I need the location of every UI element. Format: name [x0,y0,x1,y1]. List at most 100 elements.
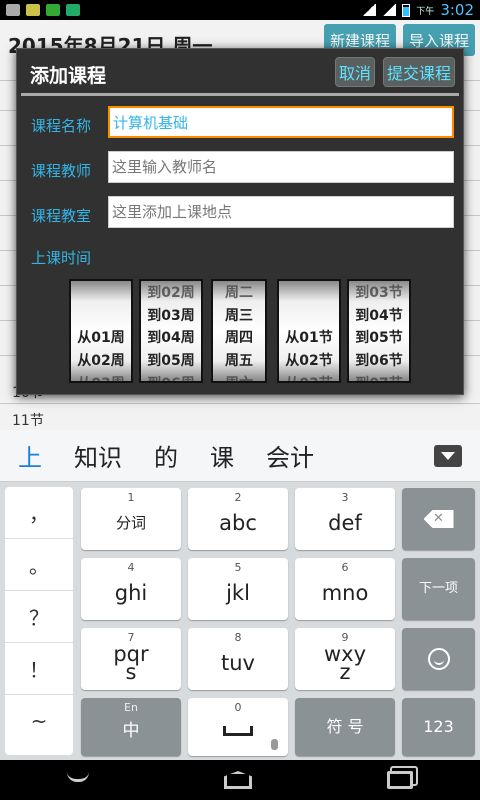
wheel-item: 到05节 [355,330,403,347]
wheel-item: 从03节 [279,371,339,381]
space-icon [223,726,253,736]
key-label: abc [219,511,257,535]
wheel-item [279,304,339,327]
numeric-key[interactable]: 123 [402,698,475,756]
key-label: jkl [226,581,250,605]
wheel-item: 到06节 [355,353,403,370]
wheel-item: 从02节 [285,353,333,370]
wheel-item [279,281,339,304]
punct-key[interactable]: ？ [5,591,73,643]
key-area: ， 。 ？ ！ ~ 1 分词 2 abc 3 def ✕ 4 ghi 5 jkl… [0,482,480,760]
key-label: tuv [221,651,255,675]
start-week-picker[interactable]: 从01周 从02周 从03周 [69,279,133,383]
candidate-word[interactable]: 知识 [58,438,138,473]
key-label: 下一项 [418,581,458,596]
key-7[interactable]: 7 pqr s [81,628,181,690]
course-teacher-input[interactable] [108,151,454,183]
smiley-icon [427,648,450,670]
key-6[interactable]: 6 mno [295,558,395,620]
end-week-picker[interactable]: 到02周 到03周 到04周 到05周 到06周 [139,279,203,383]
navigation-bar [0,760,480,800]
weekday-picker[interactable]: 周二 周三 周四 周五 周六 [211,279,267,383]
wheel-item [71,304,131,327]
ime-keyboard: 上 知识 的 课 会计 ， 。 ？ ！ ~ 1 分词 2 abc 3 def ✕ [0,430,480,760]
punct-key[interactable]: ~ [5,695,73,747]
wheel-item: 周五 [225,353,253,370]
key-2[interactable]: 2 abc [188,488,288,550]
schedule-divider [0,403,480,404]
end-section-picker[interactable]: 到03节 到04节 到05节 到06节 到07节 [347,279,411,383]
usb-icon [6,4,20,16]
recent-apps-icon[interactable] [386,771,413,789]
key-8[interactable]: 8 tuv [188,628,288,690]
course-room-input[interactable] [108,196,454,228]
wheel-item: 到03周 [147,307,195,324]
course-name-label: 课程名称 [31,117,92,135]
battery-icon [402,3,411,17]
class-time-label: 上课时间 [31,249,92,267]
wheel-item: 从03周 [71,371,131,381]
wifi-icon [362,4,377,16]
wheel-item: 从02周 [77,353,125,370]
wheel-item: 周六 [213,371,265,381]
backspace-icon: ✕ [423,510,454,528]
key-5[interactable]: 5 jkl [188,558,288,620]
cancel-button[interactable]: 取消 [335,57,375,87]
emoji-key[interactable] [402,628,475,690]
notification-icons [6,4,80,16]
key-label: 符 号 [326,717,364,736]
key-3[interactable]: 3 def [295,488,395,550]
download-icon [46,4,60,16]
key-label: wxy z [323,642,367,684]
punct-key[interactable]: ， [5,487,73,539]
start-section-picker[interactable]: 从01节 从02节 从03节 [277,279,341,383]
wheel-item: 周三 [225,307,253,324]
space-key[interactable]: 0 [188,698,288,756]
language-switch-key[interactable]: En 中 [81,698,181,756]
signal-icon [382,4,397,16]
key-label: pqr s [113,642,149,684]
clock: 3:02 [440,1,474,19]
wheel-item: 周二 [225,285,253,302]
wheel-item: 到03节 [355,285,403,302]
key-4[interactable]: 4 ghi [81,558,181,620]
wheel-item: 到04节 [355,307,403,324]
submit-course-button[interactable]: 提交课程 [383,57,455,87]
wheel-item: 周四 [225,330,253,347]
home-icon[interactable] [223,771,252,789]
candidate-word[interactable]: 课 [194,438,250,473]
key-label: 分词 [115,514,146,532]
key-1[interactable]: 1 分词 [81,488,181,550]
wheel-item: 到06周 [141,371,201,381]
course-teacher-label: 课程教师 [31,162,92,180]
row-label: 11节 [12,413,44,429]
key-label: ghi [114,581,148,605]
game-icon [66,4,80,16]
delete-key[interactable]: ✕ [402,488,475,550]
wheel-item: 从01节 [285,330,333,347]
wheel-item [71,281,131,304]
symbol-key[interactable]: 符 号 [295,698,395,756]
course-name-input[interactable] [108,106,454,138]
course-room-label: 课程教室 [31,207,92,225]
time-period: 下午 [416,6,435,17]
candidate-word[interactable]: 上 [0,438,58,473]
candidate-bar: 上 知识 的 课 会计 [0,430,480,482]
back-icon[interactable] [67,772,90,782]
punctuation-column[interactable]: ， 。 ？ ！ ~ [5,487,73,755]
add-course-dialog: 添加课程 取消 提交课程 课程名称 课程教师 课程教室 上课时间 从01周 从0… [16,48,464,395]
wheel-item: 从01周 [77,330,125,347]
status-bar: 下午 3:02 [0,0,480,20]
candidate-word[interactable]: 的 [138,438,194,473]
key-label: 123 [423,717,454,736]
punct-key[interactable]: 。 [5,539,73,591]
next-field-key[interactable]: 下一项 [402,558,475,620]
title-divider [21,93,459,96]
collapse-keyboard-icon[interactable] [434,445,462,467]
app-notification-icon [26,4,40,16]
wheel-item: 到05周 [147,353,195,370]
punct-key[interactable]: ！ [5,643,73,695]
key-9[interactable]: 9 wxy z [295,628,395,690]
key-label: 中 [122,721,140,741]
candidate-word[interactable]: 会计 [250,438,330,473]
